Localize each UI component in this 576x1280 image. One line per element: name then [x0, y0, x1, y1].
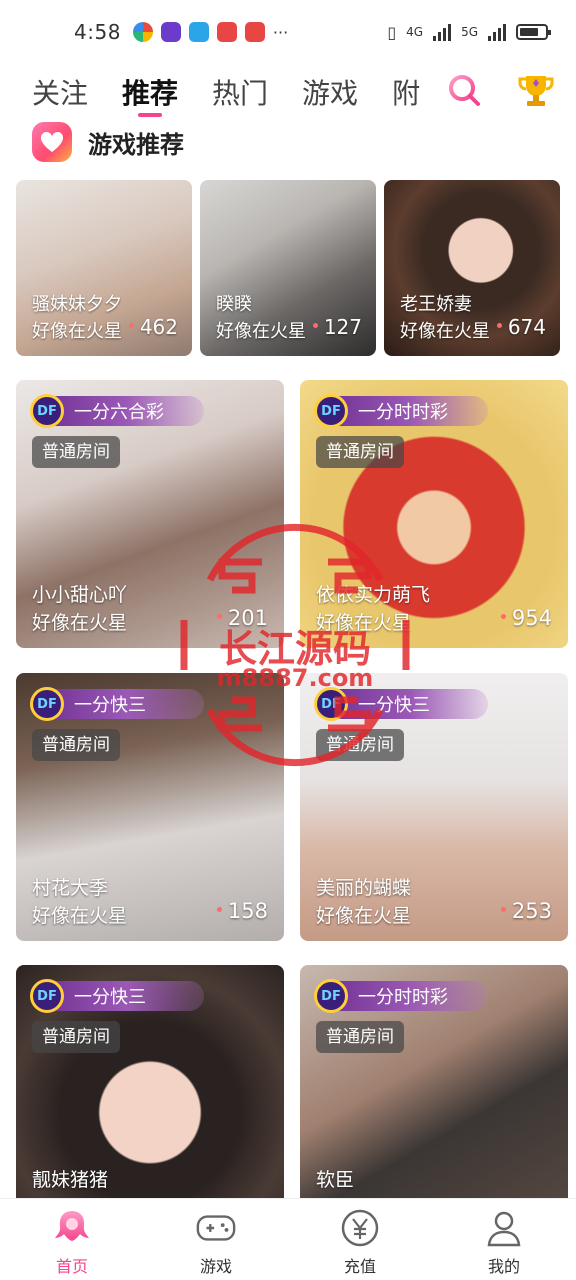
card-count: 127: [312, 315, 362, 339]
tab-hot[interactable]: 热门: [212, 69, 268, 119]
card-location: 好像在火星: [400, 321, 490, 342]
game-logo-icon: DF: [314, 394, 348, 428]
game-tag: DF 一分快三: [30, 979, 204, 1013]
signal-icon: [488, 23, 506, 41]
room-type-badge: 普通房间: [32, 1021, 120, 1053]
card-count: 954: [500, 606, 552, 630]
room-type-badge: 普通房间: [32, 436, 120, 468]
status-app-icons: ···: [132, 22, 289, 42]
game-logo-icon: DF: [30, 979, 64, 1013]
nav-home[interactable]: 首页: [0, 1199, 144, 1280]
app-notification-icon: [188, 22, 209, 42]
app-notification-icon: [132, 22, 153, 42]
bottom-nav: 首页 游戏 充值 我的: [0, 1198, 576, 1280]
app-notification-icon: [160, 22, 181, 42]
game-tag: DF 一分时时彩: [314, 394, 488, 428]
tab-nearby[interactable]: 附: [392, 69, 420, 119]
card-name: 骚妹妹夕夕: [32, 294, 122, 315]
nav-recharge-label: 充值: [343, 1257, 376, 1276]
game-tag: DF 一分六合彩: [30, 394, 204, 428]
card-location: 好像在火星: [216, 321, 306, 342]
card-name: 依依实力萌飞: [316, 584, 431, 606]
card-location: 好像在火星: [32, 905, 128, 927]
heart-icon: [32, 122, 72, 162]
tab-recommend[interactable]: 推荐: [122, 69, 178, 119]
card-count: 462: [128, 315, 178, 339]
section-header: 游戏推荐: [32, 122, 184, 162]
card-location: 好像在火星: [316, 612, 412, 634]
room-card[interactable]: DF 一分时时彩 普通房间 软臣: [300, 965, 568, 1233]
tab-follow[interactable]: 关注: [32, 69, 88, 119]
game-logo-icon: DF: [30, 687, 64, 721]
status-right: ▯ 4G 5G: [387, 22, 551, 42]
game-recommend-card[interactable]: 老王娇妻 好像在火星 674: [384, 180, 560, 356]
battery-icon: [516, 24, 551, 40]
card-name: 老王娇妻: [400, 294, 472, 315]
room-card[interactable]: DF 一分六合彩 普通房间 小小甜心吖 好像在火星 201: [16, 380, 284, 648]
card-name: 小小甜心吖: [32, 584, 128, 606]
game-tag: DF 一分时时彩: [314, 979, 488, 1013]
room-card[interactable]: DF 一分时时彩 普通房间 依依实力萌飞 好像在火星 954: [300, 380, 568, 648]
nav-game[interactable]: 游戏: [144, 1199, 288, 1280]
nav-game-label: 游戏: [199, 1257, 232, 1276]
card-location: 好像在火星: [316, 905, 412, 927]
signal-icon: [433, 23, 452, 41]
gamepad-icon: [195, 1207, 237, 1249]
card-location: 好像在火星: [32, 321, 122, 342]
yuan-icon: [339, 1207, 381, 1249]
more-notifications-icon: ···: [272, 22, 289, 42]
card-location: 好像在火星: [32, 612, 128, 634]
game-logo-icon: DF: [314, 687, 348, 721]
game-recommend-card[interactable]: 睽睽 好像在火星 127: [200, 180, 376, 356]
room-type-badge: 普通房间: [316, 729, 404, 761]
app-notification-icon: [244, 22, 265, 42]
section-title: 游戏推荐: [88, 130, 184, 159]
network-5g-label: 5G: [461, 25, 478, 39]
card-name: 睽睽: [216, 294, 252, 315]
card-count: 158: [216, 899, 268, 923]
user-icon: [483, 1207, 525, 1249]
card-name: 村花大季: [32, 877, 109, 899]
card-count: 201: [216, 606, 268, 630]
vibrate-icon: ▯: [387, 22, 397, 42]
room-type-badge: 普通房间: [316, 1021, 404, 1053]
game-logo-icon: DF: [30, 394, 64, 428]
game-recommend-card[interactable]: 骚妹妹夕夕 好像在火星 462: [16, 180, 192, 356]
status-time: 4:58: [74, 20, 121, 44]
trophy-icon[interactable]: [516, 70, 556, 110]
room-card[interactable]: DF 一分快三 普通房间 靓妹猪猪: [16, 965, 284, 1233]
status-bar: 4:58 ··· ▯ 4G 5G: [0, 0, 576, 64]
card-count: 674: [496, 315, 546, 339]
room-type-badge: 普通房间: [316, 436, 404, 468]
top-tab-bar: 关注 推荐 热门 游戏 附: [0, 64, 576, 124]
home-icon: [51, 1207, 93, 1249]
nav-recharge[interactable]: 充值: [288, 1199, 432, 1280]
room-type-badge: 普通房间: [32, 729, 120, 761]
game-tag: DF 一分快三: [30, 687, 204, 721]
card-name: 软臣: [316, 1169, 355, 1191]
game-tag: DF 一分快三: [314, 687, 488, 721]
game-logo-icon: DF: [314, 979, 348, 1013]
card-name: 美丽的蝴蝶: [316, 877, 412, 899]
nav-home-label: 首页: [55, 1257, 88, 1276]
card-count: 253: [500, 899, 552, 923]
card-name: 靓妹猪猪: [32, 1169, 109, 1191]
nav-profile-label: 我的: [487, 1257, 520, 1276]
nav-profile[interactable]: 我的: [432, 1199, 576, 1280]
app-notification-icon: [216, 22, 237, 42]
network-4g-label: 4G: [406, 25, 424, 39]
room-card[interactable]: DF 一分快三 普通房间 村花大季 好像在火星 158: [16, 673, 284, 941]
room-card[interactable]: DF 一分快三 普通房间 美丽的蝴蝶 好像在火星 253: [300, 673, 568, 941]
tab-games[interactable]: 游戏: [302, 69, 358, 119]
search-icon[interactable]: [446, 72, 482, 108]
